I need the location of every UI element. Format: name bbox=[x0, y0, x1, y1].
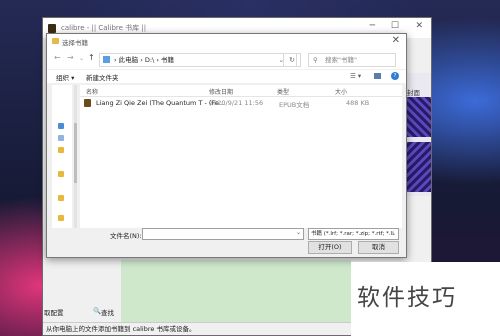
file-list-header: 名称 修改日期 类型 大小 bbox=[80, 85, 402, 97]
open-button[interactable]: 打开(O) bbox=[308, 241, 352, 254]
recent-chevron-icon[interactable]: ⌄ bbox=[79, 55, 84, 62]
book-details-panel bbox=[121, 260, 351, 322]
cover-panel: 封面 bbox=[405, 73, 431, 196]
refresh-button[interactable]: ↻ bbox=[283, 53, 301, 67]
cover-label: 封面 bbox=[407, 89, 420, 97]
view-menu-icon[interactable]: ☰ ▾ bbox=[350, 72, 361, 80]
breadcrumb[interactable]: › 此电脑 › D:\ › 书籍 bbox=[114, 54, 174, 66]
preview-pane-icon[interactable] bbox=[374, 73, 381, 79]
computer-icon bbox=[103, 56, 110, 63]
filetype-value: 书籍 (*.lrf; *.rar; *.zip; *.rtf; *.li bbox=[311, 231, 394, 237]
book-file-icon bbox=[84, 99, 91, 107]
dialog-title: 选择书籍 bbox=[62, 39, 88, 47]
file-size: 488 KB bbox=[346, 99, 370, 107]
nav-item-icon[interactable] bbox=[58, 135, 64, 141]
column-name[interactable]: 名称 bbox=[86, 87, 98, 96]
cover-image-lower bbox=[405, 142, 431, 192]
up-icon[interactable]: ↑ bbox=[88, 53, 95, 62]
watermark: 软件技巧 bbox=[351, 262, 500, 336]
column-type[interactable]: 类型 bbox=[277, 87, 289, 96]
search-input[interactable]: ⚲ 搜索"书籍" bbox=[308, 53, 396, 67]
search-placeholder: 搜索"书籍" bbox=[325, 56, 357, 64]
config-button[interactable]: 取配置 bbox=[44, 307, 64, 317]
filename-label: 文件名(N): bbox=[110, 232, 142, 240]
file-name: Liang Zi Qie Zei (The Quantum T - (Fe... bbox=[96, 99, 226, 107]
help-icon[interactable]: ? bbox=[391, 72, 399, 80]
navigation-scrollbar[interactable] bbox=[74, 85, 77, 228]
search-icon[interactable]: 🔍 bbox=[93, 307, 101, 315]
file-row[interactable]: Liang Zi Qie Zei (The Quantum T - (Fe...… bbox=[82, 98, 370, 109]
folder-icon bbox=[52, 38, 59, 44]
folder-icon[interactable] bbox=[58, 147, 64, 153]
folder-icon[interactable] bbox=[58, 171, 64, 177]
cover-image bbox=[405, 97, 431, 137]
chevron-down-icon[interactable]: ⌄ bbox=[296, 229, 301, 236]
calibre-logo-icon bbox=[48, 24, 56, 33]
maximize-icon[interactable]: ☐ bbox=[391, 21, 399, 31]
file-date: 2020/9/21 11:56 bbox=[209, 99, 264, 107]
file-type: EPUB文档 bbox=[279, 101, 310, 109]
folder-icon[interactable] bbox=[58, 195, 64, 201]
nav-item-icon[interactable] bbox=[58, 123, 64, 129]
dialog-toolbar: 组织 ▾ 新建文件夹 ☰ ▾ ? bbox=[47, 70, 406, 83]
chevron-down-icon[interactable]: ⌄ bbox=[391, 229, 396, 239]
find-button[interactable]: 查找 bbox=[101, 307, 114, 317]
minimize-icon[interactable]: ─ bbox=[370, 21, 375, 31]
file-list: 名称 修改日期 类型 大小 Liang Zi Qie Zei (The Quan… bbox=[80, 85, 402, 228]
scrollbar-thumb[interactable] bbox=[74, 123, 77, 183]
filetype-select[interactable]: 书籍 (*.lrf; *.rar; *.zip; *.rtf; *.li ⌄ bbox=[308, 228, 399, 240]
cancel-button[interactable]: 取消 bbox=[358, 241, 399, 254]
calibre-title: calibre - || Calibre 书库 || bbox=[61, 24, 147, 32]
watermark-text: 软件技巧 bbox=[357, 285, 457, 311]
folder-icon[interactable] bbox=[58, 215, 64, 221]
filename-input[interactable]: ⌄ bbox=[142, 228, 304, 240]
back-icon[interactable]: ← bbox=[54, 53, 61, 62]
search-icon: ⚲ bbox=[313, 56, 318, 64]
forward-icon[interactable]: → bbox=[67, 53, 74, 62]
file-open-dialog: 选择书籍 ✕ ← → ⌄ ↑ › 此电脑 › D:\ › 书籍 ⌄ ↻ ⚲ 搜索… bbox=[46, 33, 407, 258]
navigation-pane[interactable] bbox=[52, 85, 72, 228]
close-icon[interactable]: ✕ bbox=[415, 21, 423, 31]
organize-menu[interactable]: 组织 ▾ bbox=[56, 72, 74, 82]
address-row: ← → ⌄ ↑ › 此电脑 › D:\ › 书籍 ⌄ ↻ ⚲ 搜索"书籍" bbox=[47, 50, 406, 69]
dialog-close-icon[interactable]: ✕ bbox=[392, 35, 400, 46]
address-bar[interactable]: › 此电脑 › D:\ › 书籍 ⌄ bbox=[99, 53, 297, 67]
calibre-bottom-left: 取配置 🔍 查找 bbox=[43, 304, 121, 322]
new-folder-button[interactable]: 新建文件夹 bbox=[86, 72, 119, 82]
dialog-title-bar[interactable]: 选择书籍 ✕ bbox=[47, 34, 406, 50]
column-date[interactable]: 修改日期 bbox=[209, 87, 233, 96]
column-size[interactable]: 大小 bbox=[335, 87, 347, 96]
